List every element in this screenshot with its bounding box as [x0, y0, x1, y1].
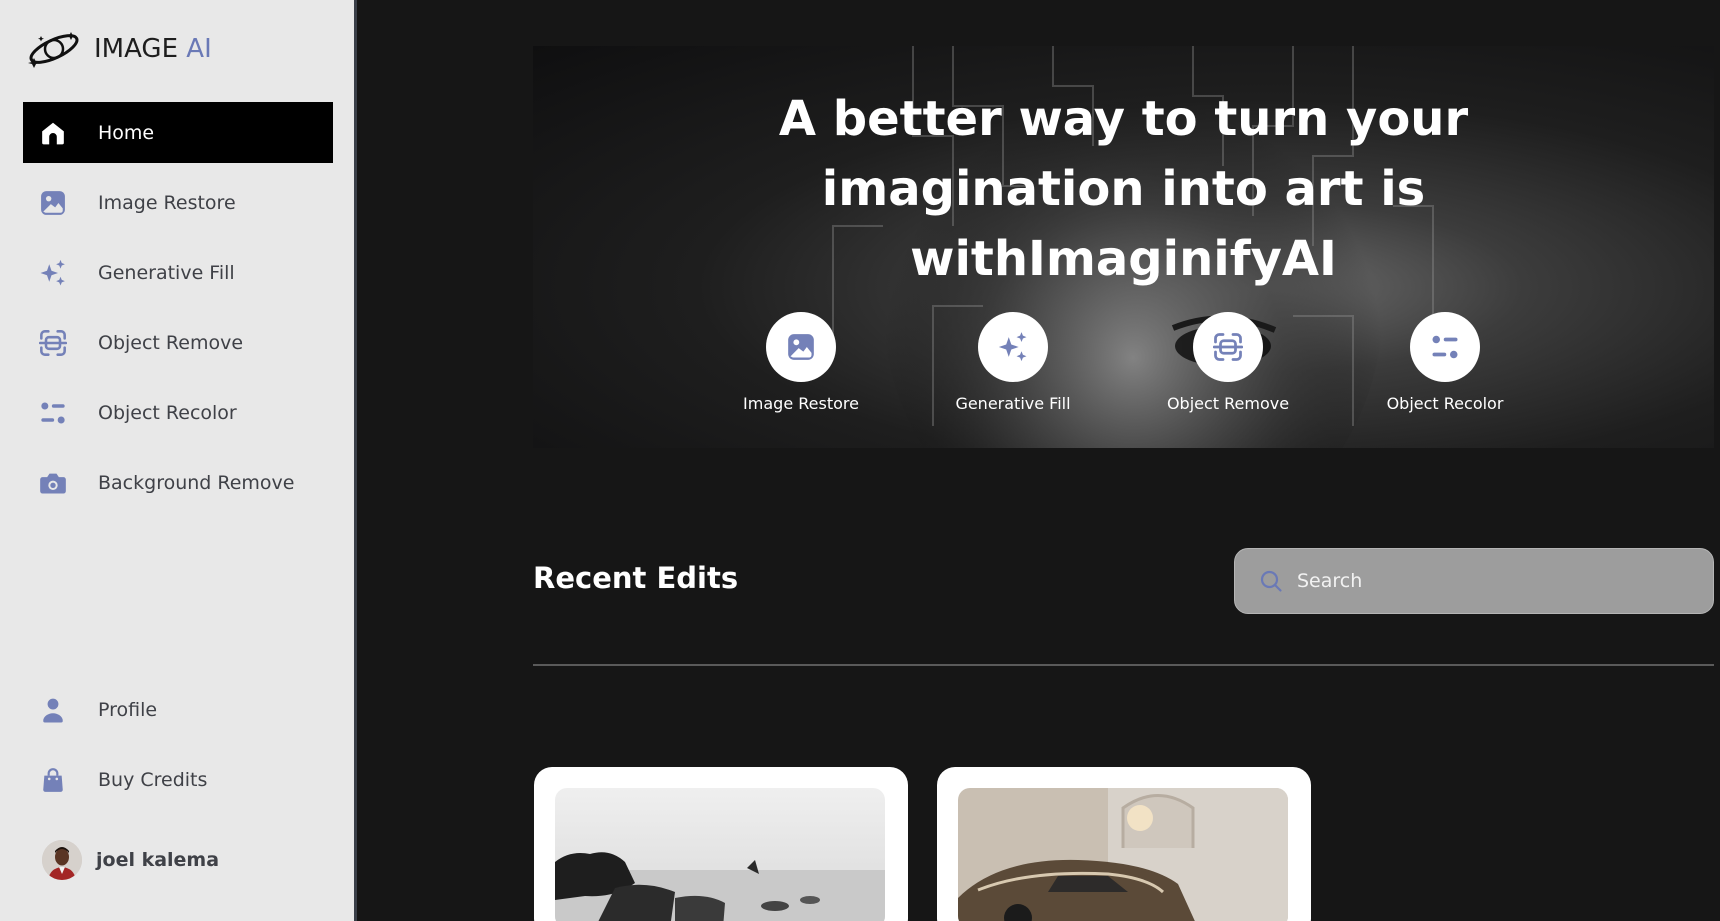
search-icon [1260, 570, 1282, 592]
sidebar-item-profile[interactable]: Profile [23, 679, 333, 740]
sidebar-item-label: Object Remove [98, 331, 244, 354]
tool-icon-circle [1410, 312, 1480, 382]
recent-edits-title: Recent Edits [533, 561, 739, 595]
logo[interactable]: IMAGE AI [26, 28, 212, 70]
logo-icon [28, 32, 79, 68]
logo-name: IMAGE [94, 34, 179, 64]
sidebar-item-generative-fill[interactable]: Generative Fill [23, 242, 333, 303]
user-profile[interactable]: joel kalema [42, 840, 219, 880]
tool-icon-circle [766, 312, 836, 382]
hero-tool-object-remove[interactable]: Object Remove [1153, 312, 1303, 413]
search-input[interactable] [1297, 570, 1677, 592]
tool-label: Image Restore [743, 394, 859, 413]
hero-tool-object-recolor[interactable]: Object Recolor [1370, 312, 1520, 413]
sidebar-item-label: Object Recolor [98, 401, 237, 424]
sidebar-item-background-remove[interactable]: Background Remove [23, 452, 333, 513]
filter-icon [1432, 335, 1458, 359]
tool-icon-circle [1193, 312, 1263, 382]
sidebar-item-label: Generative Fill [98, 261, 235, 284]
search-bar[interactable] [1234, 548, 1714, 614]
sidebar: IMAGE AI Home Image Restore Generative F… [0, 0, 357, 921]
sidebar-item-object-remove[interactable]: Object Remove [23, 312, 333, 373]
sidebar-nav: Home Image Restore Generative Fill Objec… [23, 102, 333, 522]
camera-icon [38, 468, 68, 498]
hero-tool-image-restore[interactable]: Image Restore [726, 312, 876, 413]
recent-edit-thumbnail [958, 788, 1288, 921]
hero-title: A better way to turn your imagination in… [533, 84, 1714, 294]
logo-accent: AI [186, 34, 212, 64]
sparkles-icon [998, 332, 1027, 362]
hero-title-line-1: A better way to turn your [778, 91, 1469, 147]
sidebar-item-home[interactable]: Home [23, 102, 333, 163]
sparkles-icon [38, 258, 68, 288]
user-icon [38, 695, 68, 725]
hero-title-line-3: withImaginifyAI [910, 231, 1337, 287]
sidebar-item-object-recolor[interactable]: Object Recolor [23, 382, 333, 443]
sidebar-item-label: Image Restore [98, 191, 236, 214]
tool-label: Generative Fill [955, 394, 1071, 413]
tool-label: Object Remove [1166, 394, 1290, 413]
sidebar-item-label: Profile [98, 698, 158, 721]
recent-edit-card[interactable] [534, 767, 908, 921]
tool-label: Object Recolor [1386, 394, 1504, 413]
sidebar-item-label: Background Remove [98, 471, 295, 494]
hero-banner: A better way to turn your imagination in… [533, 46, 1714, 448]
sidebar-item-label: Buy Credits [98, 768, 208, 791]
image-icon [788, 334, 814, 360]
user-name: joel kalema [96, 849, 220, 871]
shopping-bag-icon [38, 765, 68, 795]
sidebar-item-buy-credits[interactable]: Buy Credits [23, 749, 333, 810]
recent-edit-card[interactable] [937, 767, 1311, 921]
hero-tool-links: Image Restore Generative Fill Object Rem… [533, 312, 1714, 422]
logo-text: IMAGE AI [94, 34, 212, 64]
hero-tool-generative-fill[interactable]: Generative Fill [938, 312, 1088, 413]
filter-icon [38, 398, 68, 428]
tool-icon-circle [978, 312, 1048, 382]
avatar [42, 840, 82, 880]
sidebar-bottom-nav: Profile Buy Credits [23, 679, 333, 819]
home-icon [38, 118, 68, 148]
scan-icon [38, 328, 68, 358]
scan-icon [1213, 333, 1243, 361]
hero-title-line-2: imagination into art is [821, 161, 1426, 217]
section-divider [533, 664, 1714, 666]
recent-edit-thumbnail [555, 788, 885, 921]
image-icon [38, 188, 68, 218]
sidebar-item-image-restore[interactable]: Image Restore [23, 172, 333, 233]
sidebar-item-label: Home [98, 121, 155, 144]
